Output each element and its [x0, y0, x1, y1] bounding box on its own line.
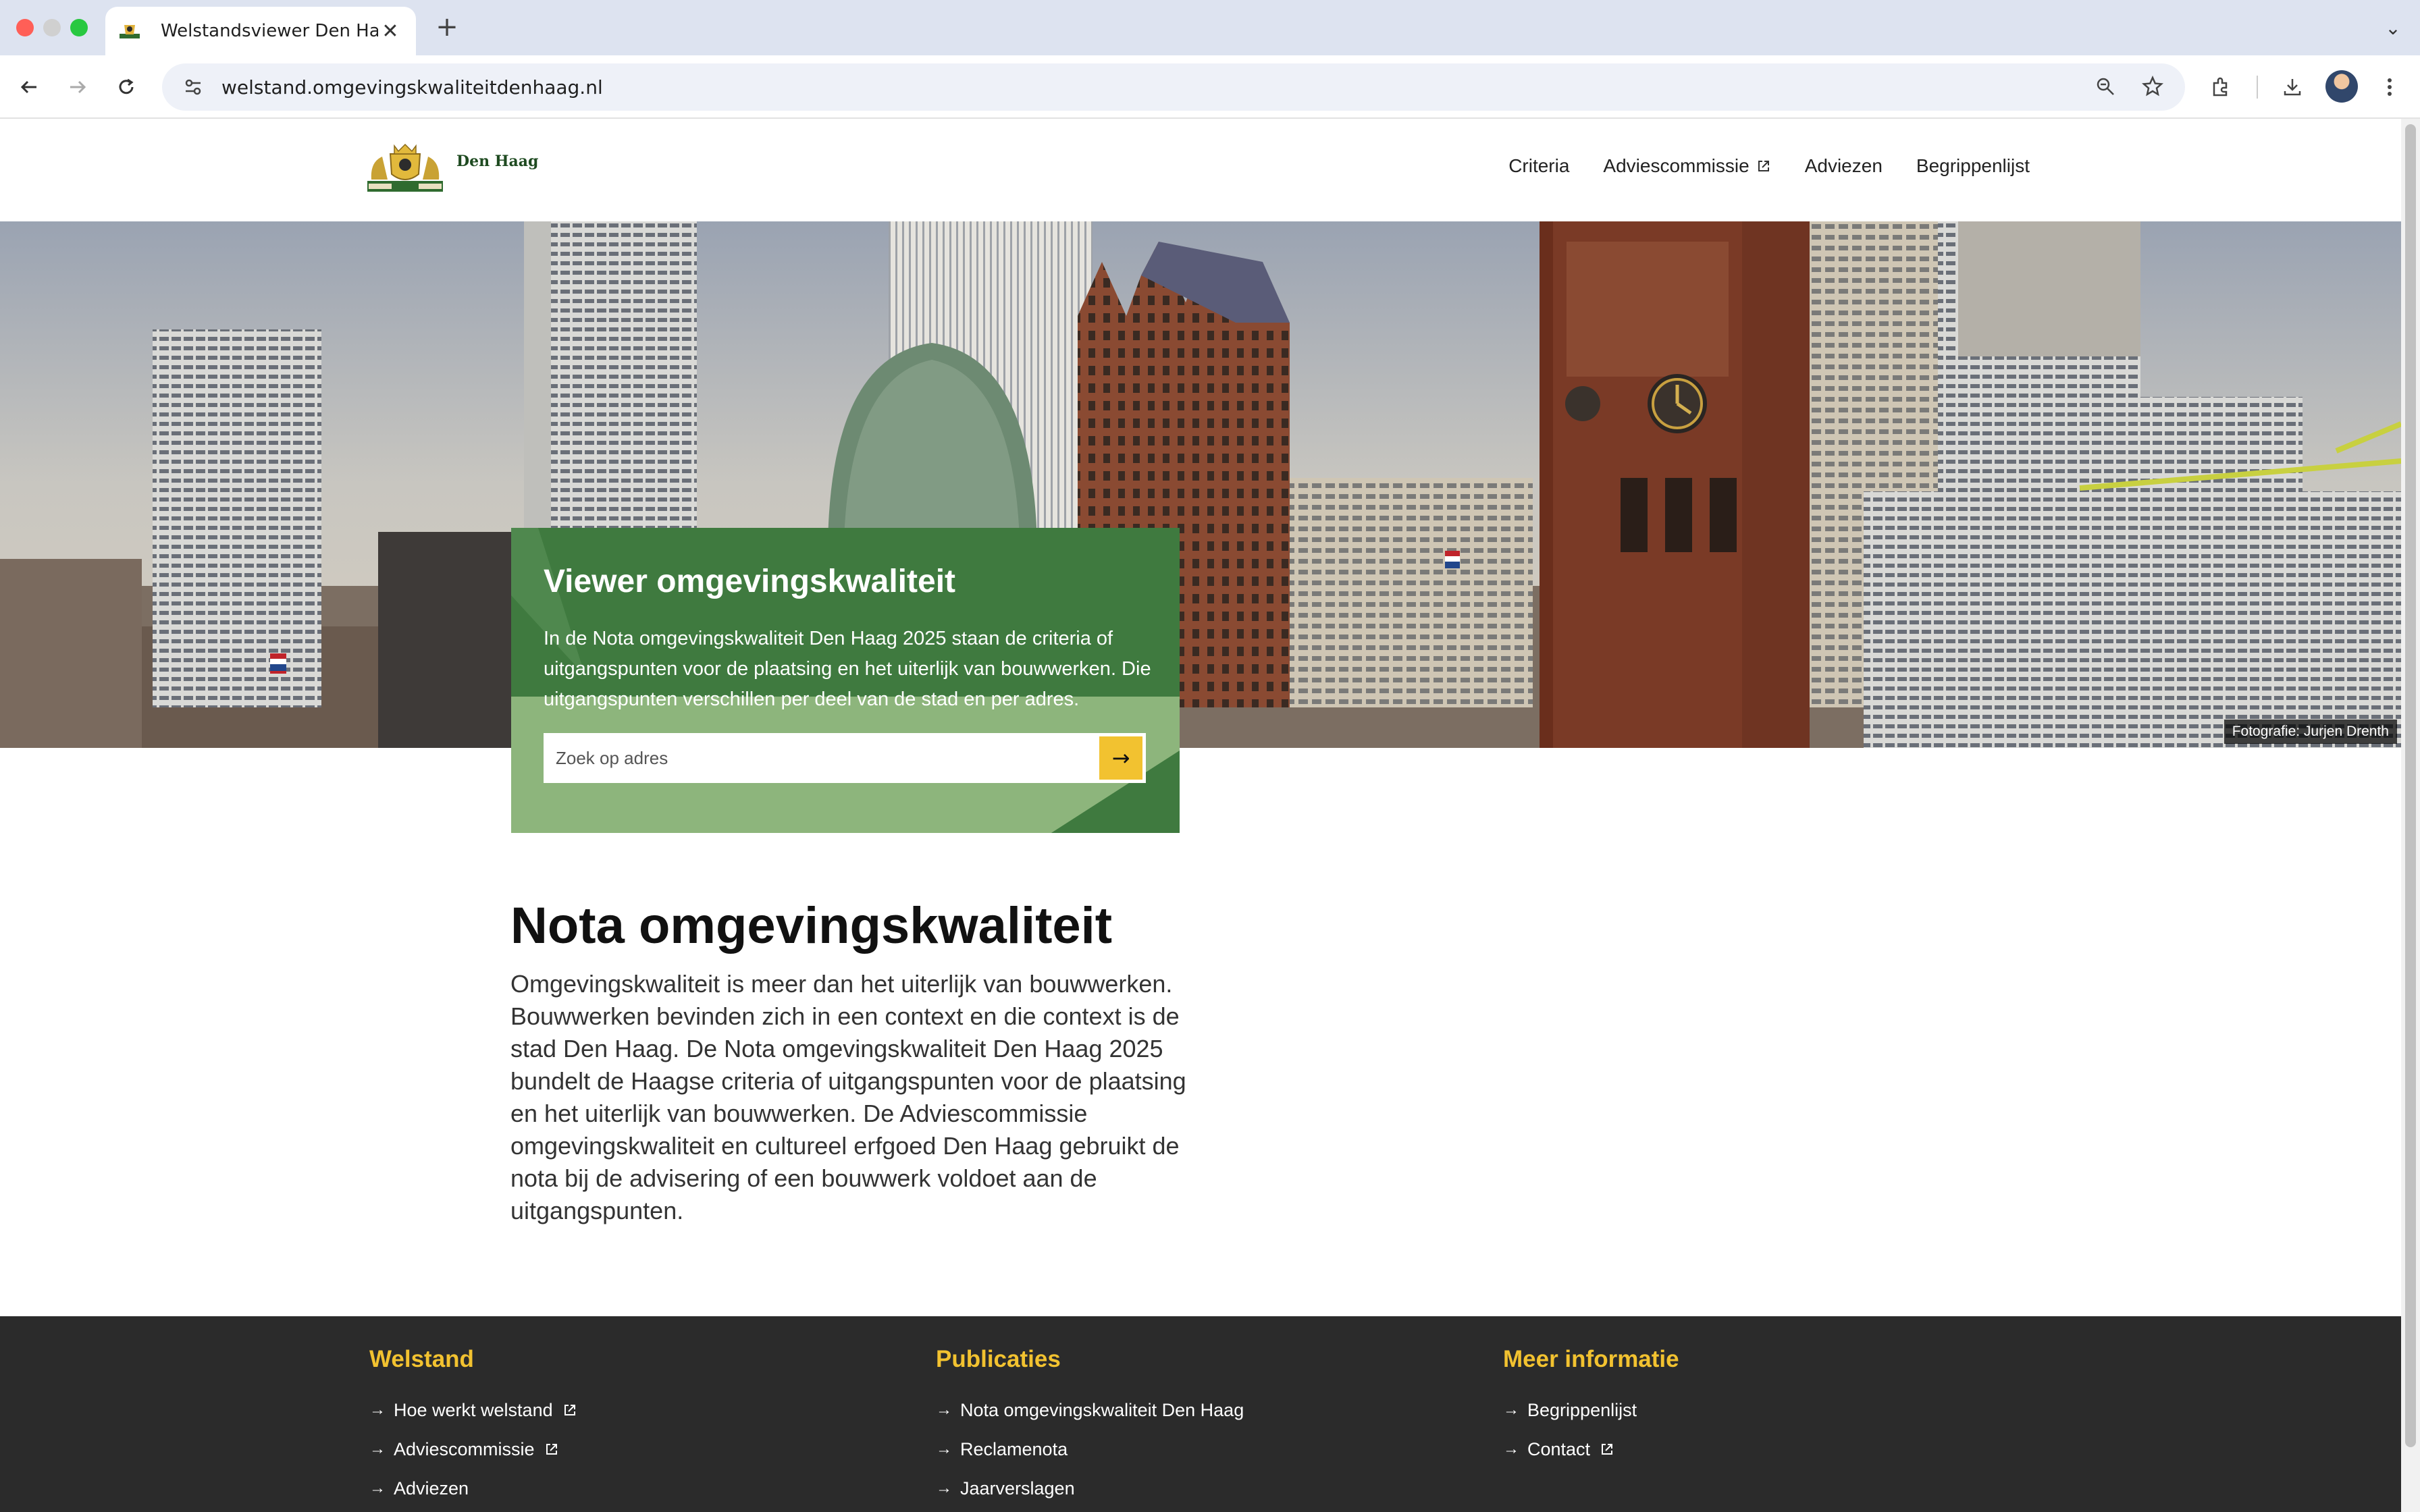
search-submit-button[interactable]: → [1099, 736, 1142, 780]
photo-credit: Fotografie: Jurjen Drenth [2224, 720, 2397, 744]
page-scrollbar[interactable] [2401, 119, 2420, 1512]
footer-heading: Welstand [369, 1346, 474, 1372]
arrow-right-icon: → [1503, 1440, 1519, 1458]
footer-link-label: Nota omgevingskwaliteit Den Haag [960, 1399, 1244, 1420]
address-search-input[interactable] [544, 733, 1099, 783]
url-text[interactable]: welstand.omgevingskwaliteitdenhaag.nl [221, 76, 603, 99]
tab-title: Welstandsviewer Den Haag [161, 21, 378, 41]
reload-icon[interactable] [109, 70, 143, 104]
arrow-right-icon: → [936, 1401, 952, 1419]
nav-label: Adviezen [1804, 155, 1883, 176]
footer-column-welstand: Welstand → Hoe werkt welstand → Adviescomm… [369, 1346, 577, 1508]
external-link-icon [1602, 1444, 1613, 1455]
external-link-icon [564, 1405, 575, 1415]
nav-adviezen[interactable]: Adviezen [1805, 155, 1883, 177]
arrow-right-icon: → [1111, 745, 1130, 771]
footer-link-label: Adviezen [394, 1478, 469, 1498]
footer-heading: Meer informatie [1503, 1346, 1679, 1372]
tab-search-menu-icon[interactable]: ⌄ [2378, 14, 2408, 43]
logo-text: Den Haag [456, 153, 539, 170]
zoom-icon[interactable] [2090, 72, 2120, 101]
arrow-right-icon: → [369, 1440, 386, 1458]
footer-link-label: Contact [1527, 1438, 1591, 1459]
viewer-card: Viewer omgevingskwaliteit In de Nota omg… [511, 528, 1180, 833]
arrow-right-icon: → [369, 1479, 386, 1497]
footer-link[interactable]: → Adviescommissie [369, 1430, 577, 1469]
nav-label: Adviescommissie [1603, 155, 1750, 176]
content-title: Nota omgevingskwaliteit [510, 897, 1113, 954]
browser-tab-strip: Welstandsviewer Den Haag ✕ + ⌄ [0, 0, 2420, 55]
nav-criteria[interactable]: Criteria [1508, 155, 1569, 177]
footer-link[interactable]: → Adviezen [369, 1469, 577, 1508]
scrollbar-thumb[interactable] [2405, 124, 2416, 1447]
bookmark-star-icon[interactable] [2138, 72, 2167, 101]
den-haag-logo[interactable]: Den Haag [367, 142, 538, 193]
site-header: Den Haag Criteria Adviescommissie Adviez… [0, 119, 2401, 221]
nav-begrippenlijst[interactable]: Begrippenlijst [1916, 155, 2030, 177]
footer-column-publicaties: Publicaties → Nota omgevingskwaliteit Den… [936, 1346, 1244, 1508]
tab-close-icon[interactable]: ✕ [378, 20, 402, 43]
forward-icon[interactable] [61, 70, 95, 104]
content-text: Omgevingskwaliteit is meer dan het uiter… [510, 970, 1186, 1224]
footer-link[interactable]: → Jaarverslagen [936, 1469, 1244, 1508]
footer-link[interactable]: → Hoe werkt welstand [369, 1390, 577, 1430]
viewer-title: Viewer omgevingskwaliteit [544, 564, 956, 599]
close-window-button[interactable] [16, 19, 34, 36]
footer-link[interactable]: → Reclamenota [936, 1430, 1244, 1469]
den-haag-crest-icon [367, 143, 443, 192]
main-navigation: Criteria Adviescommissie Adviezen Begrip… [1508, 155, 2030, 177]
download-icon[interactable] [2276, 70, 2309, 104]
skyline-illustration [0, 221, 2401, 748]
browser-toolbar: welstand.omgevingskwaliteitdenhaag.nl [0, 55, 2420, 119]
footer-link-label: Adviescommissie [394, 1438, 535, 1459]
profile-avatar[interactable] [2325, 70, 2358, 103]
footer-link[interactable]: → Contact [1503, 1430, 1679, 1469]
footer-link-label: Jaarverslagen [960, 1478, 1075, 1498]
arrow-right-icon: → [936, 1479, 952, 1497]
back-icon[interactable] [12, 70, 46, 104]
address-bar[interactable]: welstand.omgevingskwaliteitdenhaag.nl [162, 63, 2185, 111]
extensions-icon[interactable] [2204, 70, 2238, 104]
viewer-description: In de Nota omgevingskwaliteit Den Haag 2… [544, 628, 1151, 710]
new-tab-button[interactable]: + [432, 12, 462, 42]
footer-link-label: Begrippenlijst [1527, 1399, 1637, 1420]
minimize-window-button[interactable] [43, 19, 61, 36]
nav-label: Begrippenlijst [1916, 155, 2030, 176]
footer-link[interactable]: → Begrippenlijst [1503, 1390, 1679, 1430]
arrow-right-icon: → [936, 1440, 952, 1458]
footer-column-meer-informatie: Meer informatie → Begrippenlijst → Contact [1503, 1346, 1679, 1469]
kebab-menu-icon[interactable] [2373, 70, 2406, 104]
footer-heading: Publicaties [936, 1346, 1061, 1372]
browser-tab-active[interactable]: Welstandsviewer Den Haag ✕ [105, 7, 416, 55]
external-link-icon [546, 1444, 557, 1455]
footer-link-label: Reclamenota [960, 1438, 1068, 1459]
toolbar-divider [2257, 76, 2258, 99]
footer-link-label: Hoe werkt welstand [394, 1399, 553, 1420]
site-info-icon[interactable] [173, 77, 213, 97]
nav-label: Criteria [1508, 155, 1570, 176]
hero-cityscape-image: Fotografie: Jurjen Drenth [0, 221, 2401, 748]
maximize-window-button[interactable] [70, 19, 88, 36]
external-link-icon [1758, 161, 1769, 171]
den-haag-favicon-icon [117, 22, 142, 40]
site-footer: Welstand → Hoe werkt welstand → Adviescomm… [0, 1316, 2401, 1512]
address-search: → [544, 733, 1146, 783]
arrow-right-icon: → [369, 1401, 386, 1419]
footer-link[interactable]: → Nota omgevingskwaliteit Den Haag [936, 1390, 1244, 1430]
nav-adviescommissie[interactable]: Adviescommissie [1603, 155, 1770, 177]
arrow-right-icon: → [1503, 1401, 1519, 1419]
